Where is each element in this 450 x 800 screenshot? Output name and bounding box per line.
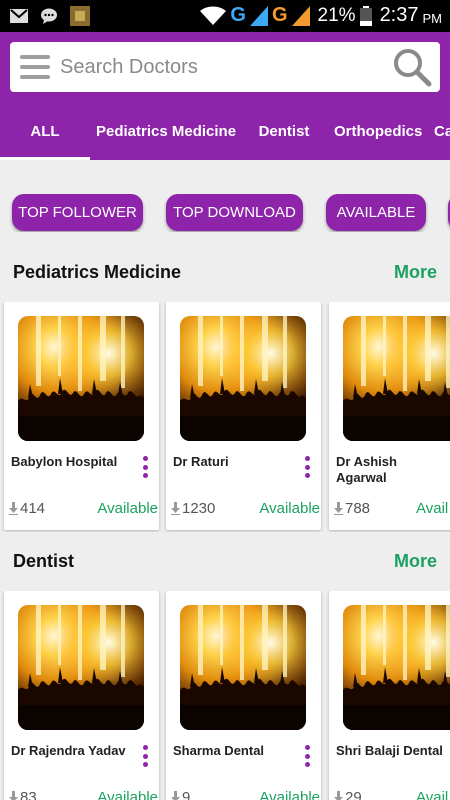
availability-status: Avail [416, 789, 449, 800]
availability-status: Available [97, 500, 158, 517]
download-count: 1230 [171, 500, 215, 517]
doctor-name: Dr Ashish Agarwal [336, 454, 397, 485]
search-bar [10, 42, 440, 92]
chat-icon [41, 8, 57, 24]
download-count: 414 [9, 500, 45, 517]
gmail-icon [10, 9, 28, 23]
category-tabs: ALL Pediatrics Medicine Dentist Orthoped… [0, 112, 450, 160]
tab-indicator [0, 157, 90, 160]
menu-icon[interactable] [20, 55, 50, 79]
more-options-icon[interactable] [142, 745, 148, 767]
search-input[interactable] [60, 55, 392, 79]
download-count: 9 [171, 789, 190, 800]
more-link[interactable]: More [394, 551, 437, 572]
app-bar: ALL Pediatrics Medicine Dentist Orthoped… [0, 32, 450, 160]
more-options-icon[interactable] [304, 745, 310, 767]
doctor-name: Babylon Hospital [11, 454, 118, 469]
wifi-icon [200, 6, 227, 25]
download-count-value: 788 [345, 500, 371, 517]
battery-percent: 21% [317, 4, 356, 26]
doctor-image [180, 605, 306, 730]
doctor-card[interactable]: Dr Ashish Agarwal 788 Avail [329, 302, 450, 530]
download-icon [171, 791, 180, 800]
signal-icon-2 [291, 5, 310, 26]
download-count-value: 1230 [182, 500, 216, 517]
card-row: Babylon Hospital 414 Available Dr Raturi… [0, 302, 450, 532]
doctor-name: Shri Balaji Dental [336, 743, 443, 758]
download-icon [334, 502, 343, 515]
download-icon [9, 502, 18, 515]
tab-all[interactable]: ALL [0, 112, 90, 160]
more-options-icon[interactable] [142, 456, 148, 478]
doctor-name: Dr Rajendra Yadav [11, 743, 126, 758]
more-options-icon[interactable] [304, 456, 310, 478]
network-type-label-2: G [271, 4, 288, 26]
status-bar: G G 21% 2:37 PM [0, 0, 450, 32]
signal-icon [249, 5, 268, 26]
availability-status: Available [97, 789, 158, 800]
doctor-name: Dr Raturi [173, 454, 229, 469]
tab-partial[interactable]: Ca [434, 112, 450, 160]
doctor-card[interactable]: Babylon Hospital 414 Available [4, 302, 159, 530]
download-count-value: 29 [345, 789, 362, 800]
doctor-card[interactable]: Shri Balaji Dental 29 Avail [329, 591, 450, 800]
tab-orthopedics[interactable]: Orthopedics [334, 112, 422, 160]
clock-time: 2:37 [379, 4, 419, 26]
download-count: 83 [9, 789, 37, 800]
doctor-image [18, 316, 144, 441]
doctor-card[interactable]: Dr Raturi 1230 Available [166, 302, 321, 530]
filter-chips: TOP FOLLOWER TOP DOWNLOAD AVAILABLE [0, 194, 450, 232]
availability-status: Avail [416, 500, 449, 517]
download-count-value: 414 [20, 500, 46, 517]
clock-ampm: PM [422, 10, 443, 26]
doctor-name: Sharma Dental [173, 743, 265, 758]
download-count: 29 [334, 789, 362, 800]
download-count-value: 9 [182, 789, 191, 800]
section-title: Dentist [13, 551, 75, 571]
doctor-image [343, 316, 450, 441]
doctor-image [18, 605, 144, 730]
notification-icons [10, 6, 90, 26]
download-count-value: 83 [20, 789, 37, 800]
network-type-label: G [230, 4, 246, 26]
download-icon [9, 791, 18, 800]
app-icon [70, 6, 90, 26]
more-link[interactable]: More [394, 262, 437, 283]
section-title: Pediatrics Medicine [13, 262, 182, 282]
search-icon[interactable] [392, 47, 432, 87]
tab-pediatrics-medicine[interactable]: Pediatrics Medicine [96, 112, 236, 160]
doctor-card[interactable]: Sharma Dental 9 Available [166, 591, 321, 800]
download-count: 788 [334, 500, 370, 517]
card-row: Dr Rajendra Yadav 83 Available Sharma De… [0, 591, 450, 800]
availability-status: Available [259, 500, 320, 517]
filter-top-follower[interactable]: TOP FOLLOWER [12, 194, 143, 231]
download-icon [171, 502, 180, 515]
doctor-image [180, 316, 306, 441]
tab-dentist[interactable]: Dentist [256, 112, 312, 160]
doctor-card[interactable]: Dr Rajendra Yadav 83 Available [4, 591, 159, 800]
filter-available[interactable]: AVAILABLE [326, 194, 426, 231]
doctor-image [343, 605, 450, 730]
download-icon [334, 791, 343, 800]
availability-status: Available [259, 789, 320, 800]
battery-icon [359, 5, 372, 26]
filter-top-download[interactable]: TOP DOWNLOAD [166, 194, 303, 231]
